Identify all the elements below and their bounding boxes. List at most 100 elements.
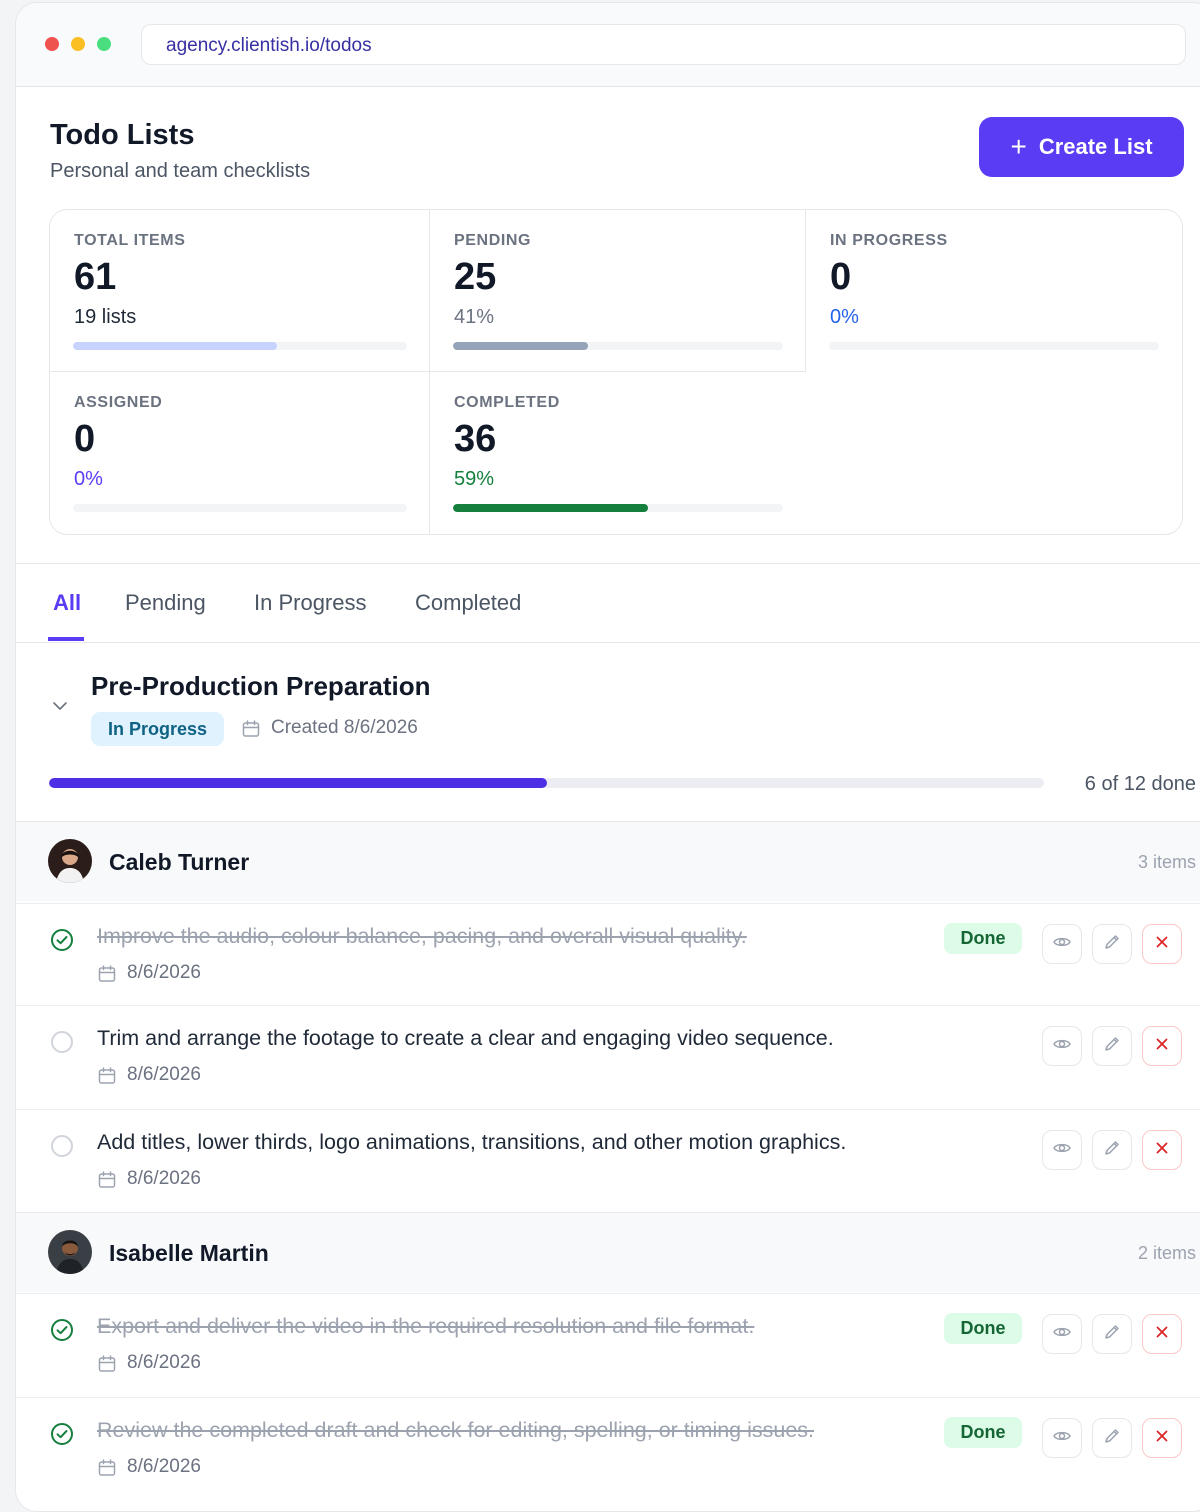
done-count: 6 of 12 done bbox=[1084, 773, 1196, 795]
calendar-icon bbox=[97, 1170, 117, 1195]
list-progress-track bbox=[49, 778, 1044, 788]
check-circle-icon[interactable] bbox=[50, 1318, 74, 1342]
view-button[interactable] bbox=[1042, 1026, 1082, 1066]
pencil-icon bbox=[1102, 1138, 1122, 1163]
eye-icon bbox=[1052, 1138, 1072, 1163]
close-icon bbox=[1152, 1034, 1172, 1059]
pencil-icon bbox=[1102, 1034, 1122, 1059]
avatar bbox=[48, 1230, 92, 1274]
page-title: Todo Lists bbox=[50, 119, 195, 151]
close-icon bbox=[1152, 1138, 1172, 1163]
stat-value: 61 bbox=[74, 256, 117, 298]
pencil-icon bbox=[1102, 932, 1122, 957]
minimize-window-dot[interactable] bbox=[71, 37, 85, 51]
avatar bbox=[48, 839, 92, 883]
active-tab-indicator bbox=[48, 637, 84, 641]
edit-button[interactable] bbox=[1092, 1130, 1132, 1170]
todo-text: Review the completed draft and check for… bbox=[97, 1418, 815, 1442]
close-icon bbox=[1152, 932, 1172, 957]
delete-button[interactable] bbox=[1142, 1130, 1182, 1170]
calendar-icon bbox=[97, 964, 117, 989]
view-button[interactable] bbox=[1042, 924, 1082, 964]
eye-icon bbox=[1052, 1322, 1072, 1347]
create-list-label: Create List bbox=[1038, 134, 1153, 159]
stat-progress-track bbox=[73, 342, 407, 350]
edit-button[interactable] bbox=[1092, 1314, 1132, 1354]
stat-label: PENDING bbox=[454, 232, 532, 249]
done-badge: Done bbox=[944, 1313, 1022, 1344]
browser-window: agency.clientish.io/todos Todo Lists Per… bbox=[15, 2, 1200, 1512]
stat-sub: 59% bbox=[454, 468, 495, 490]
empty-circle-icon[interactable] bbox=[50, 1134, 74, 1158]
eye-icon bbox=[1052, 1426, 1072, 1451]
tab-in-progress[interactable]: In Progress bbox=[254, 590, 367, 616]
assignee-name: Caleb Turner bbox=[109, 849, 250, 875]
stat-value: 0 bbox=[74, 418, 96, 460]
check-circle-icon[interactable] bbox=[50, 1422, 74, 1446]
list-title: Pre-Production Preparation bbox=[91, 671, 431, 701]
address-bar[interactable]: agency.clientish.io/todos bbox=[141, 24, 1186, 65]
edit-button[interactable] bbox=[1092, 1026, 1132, 1066]
delete-button[interactable] bbox=[1142, 1418, 1182, 1458]
view-button[interactable] bbox=[1042, 1314, 1082, 1354]
pencil-icon bbox=[1102, 1426, 1122, 1451]
stat-progress-track bbox=[453, 504, 783, 512]
stat-in-progress: IN PROGRESS 0 0% bbox=[806, 210, 1182, 372]
todo-item: Export and deliver the video in the requ… bbox=[16, 1293, 1200, 1397]
page-subtitle: Personal and team checklists bbox=[50, 160, 311, 182]
tab-completed[interactable]: Completed bbox=[415, 590, 521, 616]
todo-text: Improve the audio, colour balance, pacin… bbox=[97, 924, 747, 948]
stat-value: 0 bbox=[830, 256, 852, 298]
create-list-button[interactable]: + Create List bbox=[979, 117, 1184, 177]
todo-text: Trim and arrange the footage to create a… bbox=[97, 1026, 834, 1050]
delete-button[interactable] bbox=[1142, 1026, 1182, 1066]
calendar-icon bbox=[97, 1066, 117, 1091]
todo-date: 8/6/2026 bbox=[127, 1352, 201, 1373]
todo-date: 8/6/2026 bbox=[127, 1456, 201, 1477]
stat-progress-track bbox=[73, 504, 407, 512]
stat-sub: 41% bbox=[454, 306, 495, 328]
stat-total-items: TOTAL ITEMS 61 19 lists bbox=[50, 210, 430, 372]
stat-assigned: ASSIGNED 0 0% bbox=[50, 372, 430, 534]
stat-progress-fill bbox=[453, 504, 648, 512]
view-button[interactable] bbox=[1042, 1130, 1082, 1170]
stat-progress-track bbox=[829, 342, 1159, 350]
view-button[interactable] bbox=[1042, 1418, 1082, 1458]
assignee-name: Isabelle Martin bbox=[109, 1240, 269, 1266]
chevron-down-icon[interactable] bbox=[51, 697, 69, 720]
todo-item: Improve the audio, colour balance, pacin… bbox=[16, 903, 1200, 1007]
stat-label: IN PROGRESS bbox=[830, 232, 948, 249]
delete-button[interactable] bbox=[1142, 1314, 1182, 1354]
edit-button[interactable] bbox=[1092, 1418, 1132, 1458]
list-progress-fill bbox=[49, 778, 547, 788]
stat-progress-fill bbox=[73, 342, 277, 350]
tab-pending[interactable]: Pending bbox=[125, 590, 206, 616]
created-date: Created 8/6/2026 bbox=[271, 717, 418, 738]
stat-value: 36 bbox=[454, 418, 497, 460]
edit-button[interactable] bbox=[1092, 924, 1132, 964]
item-count: 3 items bbox=[1137, 852, 1196, 872]
delete-button[interactable] bbox=[1142, 924, 1182, 964]
todo-date: 8/6/2026 bbox=[127, 962, 201, 983]
stat-sub: 0% bbox=[74, 468, 103, 490]
todo-date: 8/6/2026 bbox=[127, 1168, 201, 1189]
stat-value: 25 bbox=[454, 256, 497, 298]
maximize-window-dot[interactable] bbox=[97, 37, 111, 51]
stat-label: TOTAL ITEMS bbox=[74, 232, 186, 249]
stat-label: COMPLETED bbox=[454, 394, 560, 411]
check-circle-icon[interactable] bbox=[50, 928, 74, 952]
stat-progress-track bbox=[453, 342, 783, 350]
stat-pending: PENDING 25 41% bbox=[430, 210, 806, 372]
eye-icon bbox=[1052, 932, 1072, 957]
tab-all[interactable]: All bbox=[53, 590, 81, 616]
done-badge: Done bbox=[944, 1417, 1022, 1448]
assignee-group-header: Isabelle Martin 2 items bbox=[16, 1212, 1200, 1292]
browser-chrome: agency.clientish.io/todos bbox=[16, 3, 1200, 87]
close-window-dot[interactable] bbox=[45, 37, 59, 51]
empty-circle-icon[interactable] bbox=[50, 1030, 74, 1054]
section-divider bbox=[16, 563, 1200, 564]
plus-icon: + bbox=[1010, 131, 1027, 162]
stat-sub: 19 lists bbox=[74, 306, 137, 328]
done-badge: Done bbox=[944, 923, 1022, 954]
todo-item: Trim and arrange the footage to create a… bbox=[16, 1005, 1200, 1109]
